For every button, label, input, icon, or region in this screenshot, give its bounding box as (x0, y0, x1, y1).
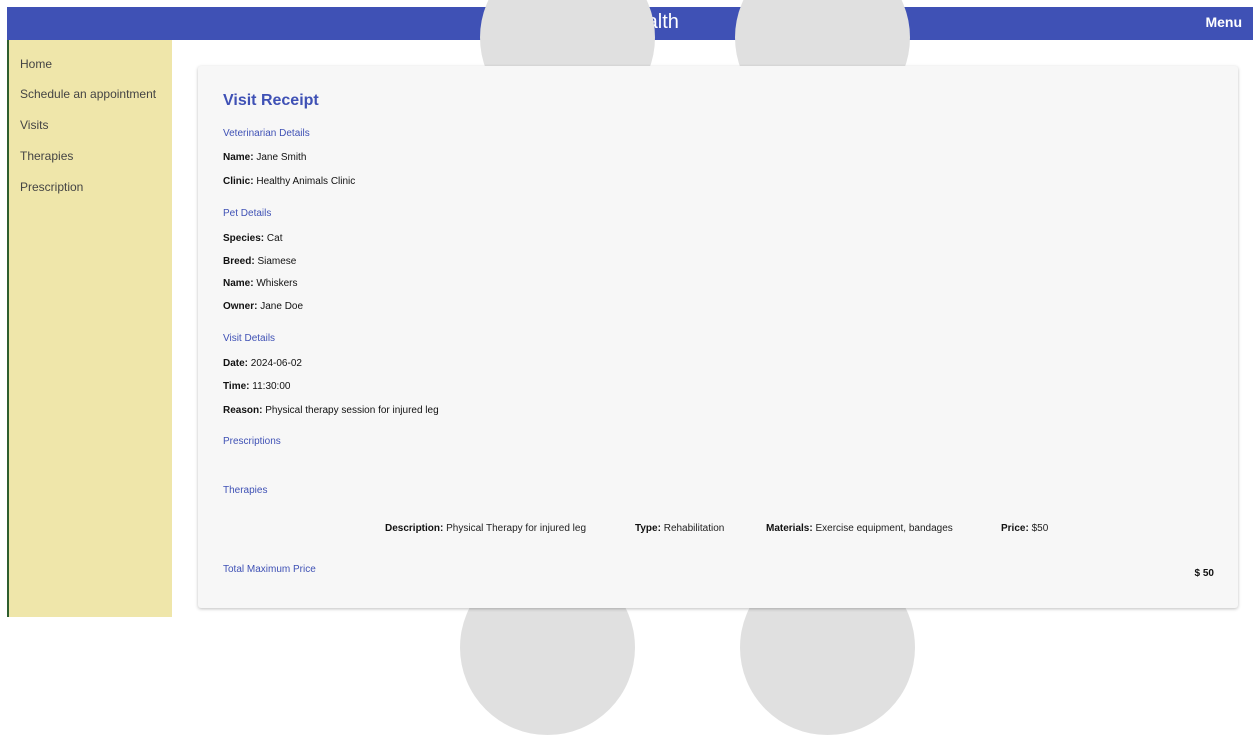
therapy-description: Description: Physical Therapy for injure… (385, 523, 586, 534)
sidebar-item-visits[interactable]: Visits (20, 118, 48, 132)
menu-button[interactable]: Menu (1205, 7, 1242, 40)
visit-time-value: 11:30:00 (249, 381, 291, 392)
visit-date-value: 2024-06-02 (248, 358, 302, 369)
prescriptions-heading: Prescriptions (223, 436, 281, 447)
pet-species-value: Cat (264, 233, 283, 244)
total-maximum-price-value: $ 50 (1194, 568, 1214, 579)
therapy-type-label: Type: (635, 523, 661, 534)
visit-time-row: Time: 11:30:00 (223, 381, 290, 392)
vet-clinic-label: Clinic: (223, 176, 254, 187)
pet-details-heading: Pet Details (223, 208, 272, 219)
sidebar-item-home[interactable]: Home (20, 57, 52, 71)
therapy-description-label: Description: (385, 523, 444, 534)
visit-reason-label: Reason: (223, 405, 263, 416)
sidebar-item-schedule-appointment[interactable]: Schedule an appointment (20, 87, 156, 101)
therapy-materials: Materials: Exercise equipment, bandages (766, 523, 953, 534)
therapy-materials-value: Exercise equipment, bandages (812, 523, 953, 534)
therapy-price-label: Price: (1001, 523, 1029, 534)
vet-name-row: Name: Jane Smith (223, 152, 306, 163)
therapy-price-value: $50 (1028, 523, 1049, 534)
visit-time-label: Time: (223, 381, 250, 392)
sidebar: Home Schedule an appointment Visits Ther… (9, 40, 172, 617)
therapy-description-value: Physical Therapy for injured leg (443, 523, 587, 534)
therapy-materials-label: Materials: (766, 523, 813, 534)
pet-species-label: Species: (223, 233, 265, 244)
vet-clinic-value: Healthy Animals Clinic (253, 176, 356, 187)
vet-name-label: Name: (223, 152, 254, 163)
pet-species-row: Species: Cat (223, 233, 282, 244)
pet-breed-row: Breed: Siamese (223, 256, 296, 267)
sidebar-item-prescription[interactable]: Prescription (20, 180, 83, 194)
veterinarian-details-heading: Veterinarian Details (223, 128, 310, 139)
pet-name-row: Name: Whiskers (223, 278, 297, 289)
visit-reason-value: Physical therapy session for injured leg (262, 405, 439, 416)
pet-name-label: Name: (223, 278, 254, 289)
sidebar-item-therapies[interactable]: Therapies (20, 149, 73, 163)
pet-owner-row: Owner: Jane Doe (223, 301, 303, 312)
therapy-type-value: Rehabilitation (660, 523, 725, 534)
pet-breed-value: Siamese (254, 256, 297, 267)
page-title: Visit Receipt (223, 92, 319, 109)
pet-owner-label: Owner: (223, 301, 258, 312)
visit-date-label: Date: (223, 358, 249, 369)
total-maximum-price-label: Total Maximum Price (223, 564, 316, 575)
visit-reason-row: Reason: Physical therapy session for inj… (223, 405, 439, 416)
pet-breed-label: Breed: (223, 256, 255, 267)
vet-name-value: Jane Smith (253, 152, 307, 163)
therapy-price: Price: $50 (1001, 523, 1048, 534)
vet-clinic-row: Clinic: Healthy Animals Clinic (223, 176, 355, 187)
visit-receipt-card: Visit Receipt Veterinarian Details Name:… (198, 66, 1238, 608)
therapy-type: Type: Rehabilitation (635, 523, 724, 534)
visit-details-heading: Visit Details (223, 333, 276, 344)
visit-date-row: Date: 2024-06-02 (223, 358, 302, 369)
pet-owner-value: Jane Doe (257, 301, 304, 312)
pet-name-value: Whiskers (253, 278, 298, 289)
therapies-heading: Therapies (223, 485, 268, 496)
